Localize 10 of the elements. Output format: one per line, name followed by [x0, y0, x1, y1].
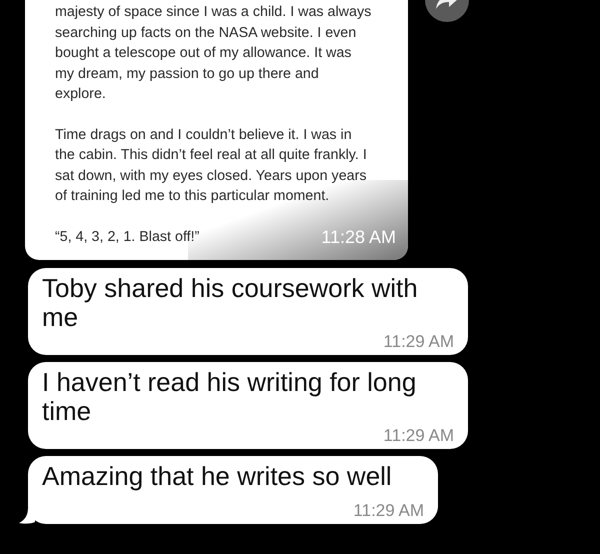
message-time: 11:28 AM — [321, 226, 396, 248]
message-time: 11:29 AM — [383, 332, 454, 350]
message-time: 11:29 AM — [383, 426, 454, 444]
message-text: I haven’t read his writing for long time — [42, 368, 418, 426]
post-paragraph: “5, 4, 3, 2, 1. Blast off!” — [55, 228, 200, 247]
post-paragraph: Time drags on and I couldn’t believe it. I was in the cabin. This didn’t feel real at all quite frankly. I sat down, with my eyes closed. Years upon years of training led me to this particular moment. — [55, 126, 368, 206]
post-paragraph: majesty of space since I was a child. I was always searching up facts on the NASA website. I even bought a telescope out of my allowance. It was my dream, my passion to go up there and explore. — [55, 3, 372, 104]
message-text: Toby shared his coursework with me — [42, 274, 419, 332]
message-text: Amazing that he writes so well — [42, 462, 393, 490]
message-time: 11:29 AM — [353, 500, 424, 520]
